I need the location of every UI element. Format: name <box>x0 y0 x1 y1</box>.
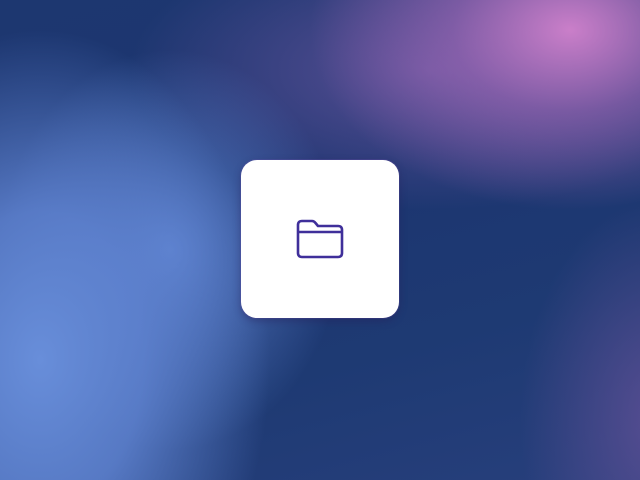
folder-tile[interactable] <box>241 160 399 318</box>
desktop-background <box>0 0 640 480</box>
folder-icon <box>296 219 344 259</box>
